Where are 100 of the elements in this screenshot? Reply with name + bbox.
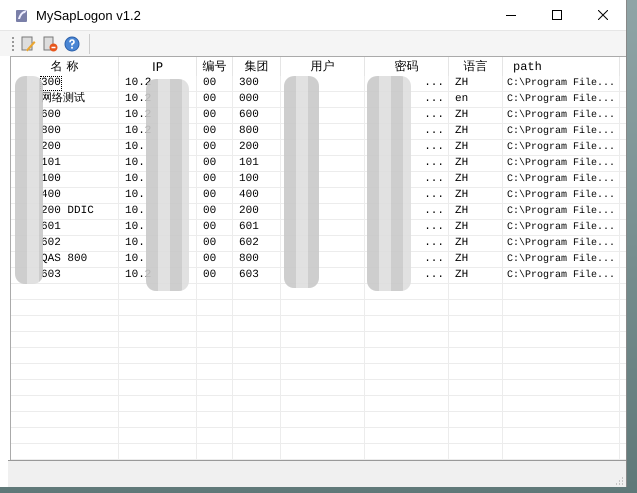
table-cell: 601 bbox=[239, 221, 259, 234]
table-cell: ... bbox=[424, 221, 444, 234]
table-cell: ZH bbox=[455, 205, 468, 218]
table-cell: 602 bbox=[239, 237, 259, 250]
table-cell: 10. bbox=[125, 173, 145, 186]
table-cell: 00 bbox=[203, 205, 216, 218]
table-cell: ZH bbox=[455, 269, 468, 282]
table-cell: 00 bbox=[203, 77, 216, 90]
table-cell: 00 bbox=[203, 173, 216, 186]
table-cell: C:\Program File... bbox=[507, 109, 616, 122]
table-cell: 10. bbox=[125, 157, 145, 170]
table-cell: 800 bbox=[239, 253, 259, 266]
table-cell: C:\Program File... bbox=[507, 77, 616, 90]
table-cell: 10. bbox=[125, 221, 145, 234]
table-cell: ZH bbox=[455, 141, 468, 154]
column-header[interactable]: 集团 bbox=[233, 57, 281, 76]
table-cell: 200 DDIC bbox=[41, 205, 94, 218]
table-cell: C:\Program File... bbox=[507, 237, 616, 250]
table-cell: C:\Program File... bbox=[507, 205, 616, 218]
table-cell: ... bbox=[424, 189, 444, 202]
table-cell: 00 bbox=[203, 109, 216, 122]
table-cell: 00 bbox=[203, 237, 216, 250]
table-cell: 网络测试 bbox=[41, 93, 85, 106]
table-cell: 200 bbox=[239, 205, 259, 218]
table-cell: ... bbox=[424, 205, 444, 218]
table-cell: 10.2 bbox=[125, 93, 152, 106]
table-cell: en bbox=[455, 93, 468, 106]
table-cell: ZH bbox=[455, 157, 468, 170]
table-cell: 10. bbox=[125, 253, 145, 266]
table-cell: 101 bbox=[239, 157, 259, 170]
table-cell: 00 bbox=[203, 157, 216, 170]
table-cell: C:\Program File... bbox=[507, 141, 616, 154]
table-cell: C:\Program File... bbox=[507, 157, 616, 170]
table-cell: ZH bbox=[455, 173, 468, 186]
table-cell: ... bbox=[424, 141, 444, 154]
table-cell: 300 bbox=[239, 77, 259, 90]
table-cell: ZH bbox=[455, 109, 468, 122]
table-cell: 00 bbox=[203, 253, 216, 266]
table-cell: 600 bbox=[41, 109, 61, 122]
close-icon bbox=[598, 10, 608, 20]
table-cell: ZH bbox=[455, 221, 468, 234]
help-icon[interactable] bbox=[63, 34, 81, 52]
table-cell: 10. bbox=[125, 205, 145, 218]
table-cell: 101 bbox=[41, 157, 61, 170]
table-cell: 10.2 bbox=[125, 125, 152, 138]
column-header[interactable]: path bbox=[503, 57, 620, 76]
table-cell: 400 bbox=[239, 189, 259, 202]
table-cell: 300 bbox=[41, 77, 61, 90]
table-cell: 603 bbox=[41, 269, 61, 282]
table-cell: 00 bbox=[203, 93, 216, 106]
table-cell: 10.2 bbox=[125, 77, 152, 90]
table-cell: ... bbox=[424, 125, 444, 138]
column-header[interactable]: 编号 bbox=[197, 57, 233, 76]
maximize-icon bbox=[552, 10, 562, 20]
table-cell: 000 bbox=[239, 93, 259, 106]
table-cell: 10.2 bbox=[125, 109, 152, 122]
table-cell: ... bbox=[424, 93, 444, 106]
toolbar-grip-icon bbox=[12, 36, 15, 52]
table-cell: ... bbox=[424, 109, 444, 122]
edit-icon[interactable] bbox=[19, 34, 37, 52]
resize-grip-icon[interactable] bbox=[616, 477, 624, 485]
table-cell: ZH bbox=[455, 253, 468, 266]
table-cell: 100 bbox=[41, 173, 61, 186]
table-cell: 800 bbox=[41, 125, 61, 138]
table-cell: ... bbox=[424, 253, 444, 266]
table-cell: 200 bbox=[41, 141, 61, 154]
table-cell: C:\Program File... bbox=[507, 269, 616, 282]
table-cell: ... bbox=[424, 237, 444, 250]
column-header[interactable]: IP bbox=[119, 57, 197, 76]
table-cell: 603 bbox=[239, 269, 259, 282]
table-cell: ZH bbox=[455, 237, 468, 250]
table-cell: 00 bbox=[203, 141, 216, 154]
table-cell: C:\Program File... bbox=[507, 125, 616, 138]
table-cell: 10.2 bbox=[125, 269, 152, 282]
table-cell: C:\Program File... bbox=[507, 189, 616, 202]
table-cell: C:\Program File... bbox=[507, 221, 616, 234]
table-cell: 10. bbox=[125, 189, 145, 202]
window-title: MySapLogon v1.2 bbox=[36, 8, 141, 22]
table-cell: ... bbox=[424, 157, 444, 170]
table-cell: QAS 800 bbox=[41, 253, 88, 266]
table-cell: 400 bbox=[41, 189, 61, 202]
table-cell: C:\Program File... bbox=[507, 93, 616, 106]
table-cell: ... bbox=[424, 269, 444, 282]
column-header[interactable]: 语言 bbox=[449, 57, 503, 76]
table-cell: 100 bbox=[239, 173, 259, 186]
table-cell: 600 bbox=[239, 109, 259, 122]
table-cell: ... bbox=[424, 173, 444, 186]
table-cell: 00 bbox=[203, 189, 216, 202]
table-cell: ... bbox=[424, 77, 444, 90]
table-cell: 10. bbox=[125, 141, 145, 154]
table-cell: 601 bbox=[41, 221, 61, 234]
table-cell: 200 bbox=[239, 141, 259, 154]
table-cell: 00 bbox=[203, 221, 216, 234]
delete-icon[interactable] bbox=[41, 34, 59, 52]
table-cell: ZH bbox=[455, 77, 468, 90]
table-cell: C:\Program File... bbox=[507, 253, 616, 266]
app-icon bbox=[14, 7, 30, 23]
table-cell: 10. bbox=[125, 237, 145, 250]
table-cell: 00 bbox=[203, 125, 216, 138]
table-cell: 602 bbox=[41, 237, 61, 250]
